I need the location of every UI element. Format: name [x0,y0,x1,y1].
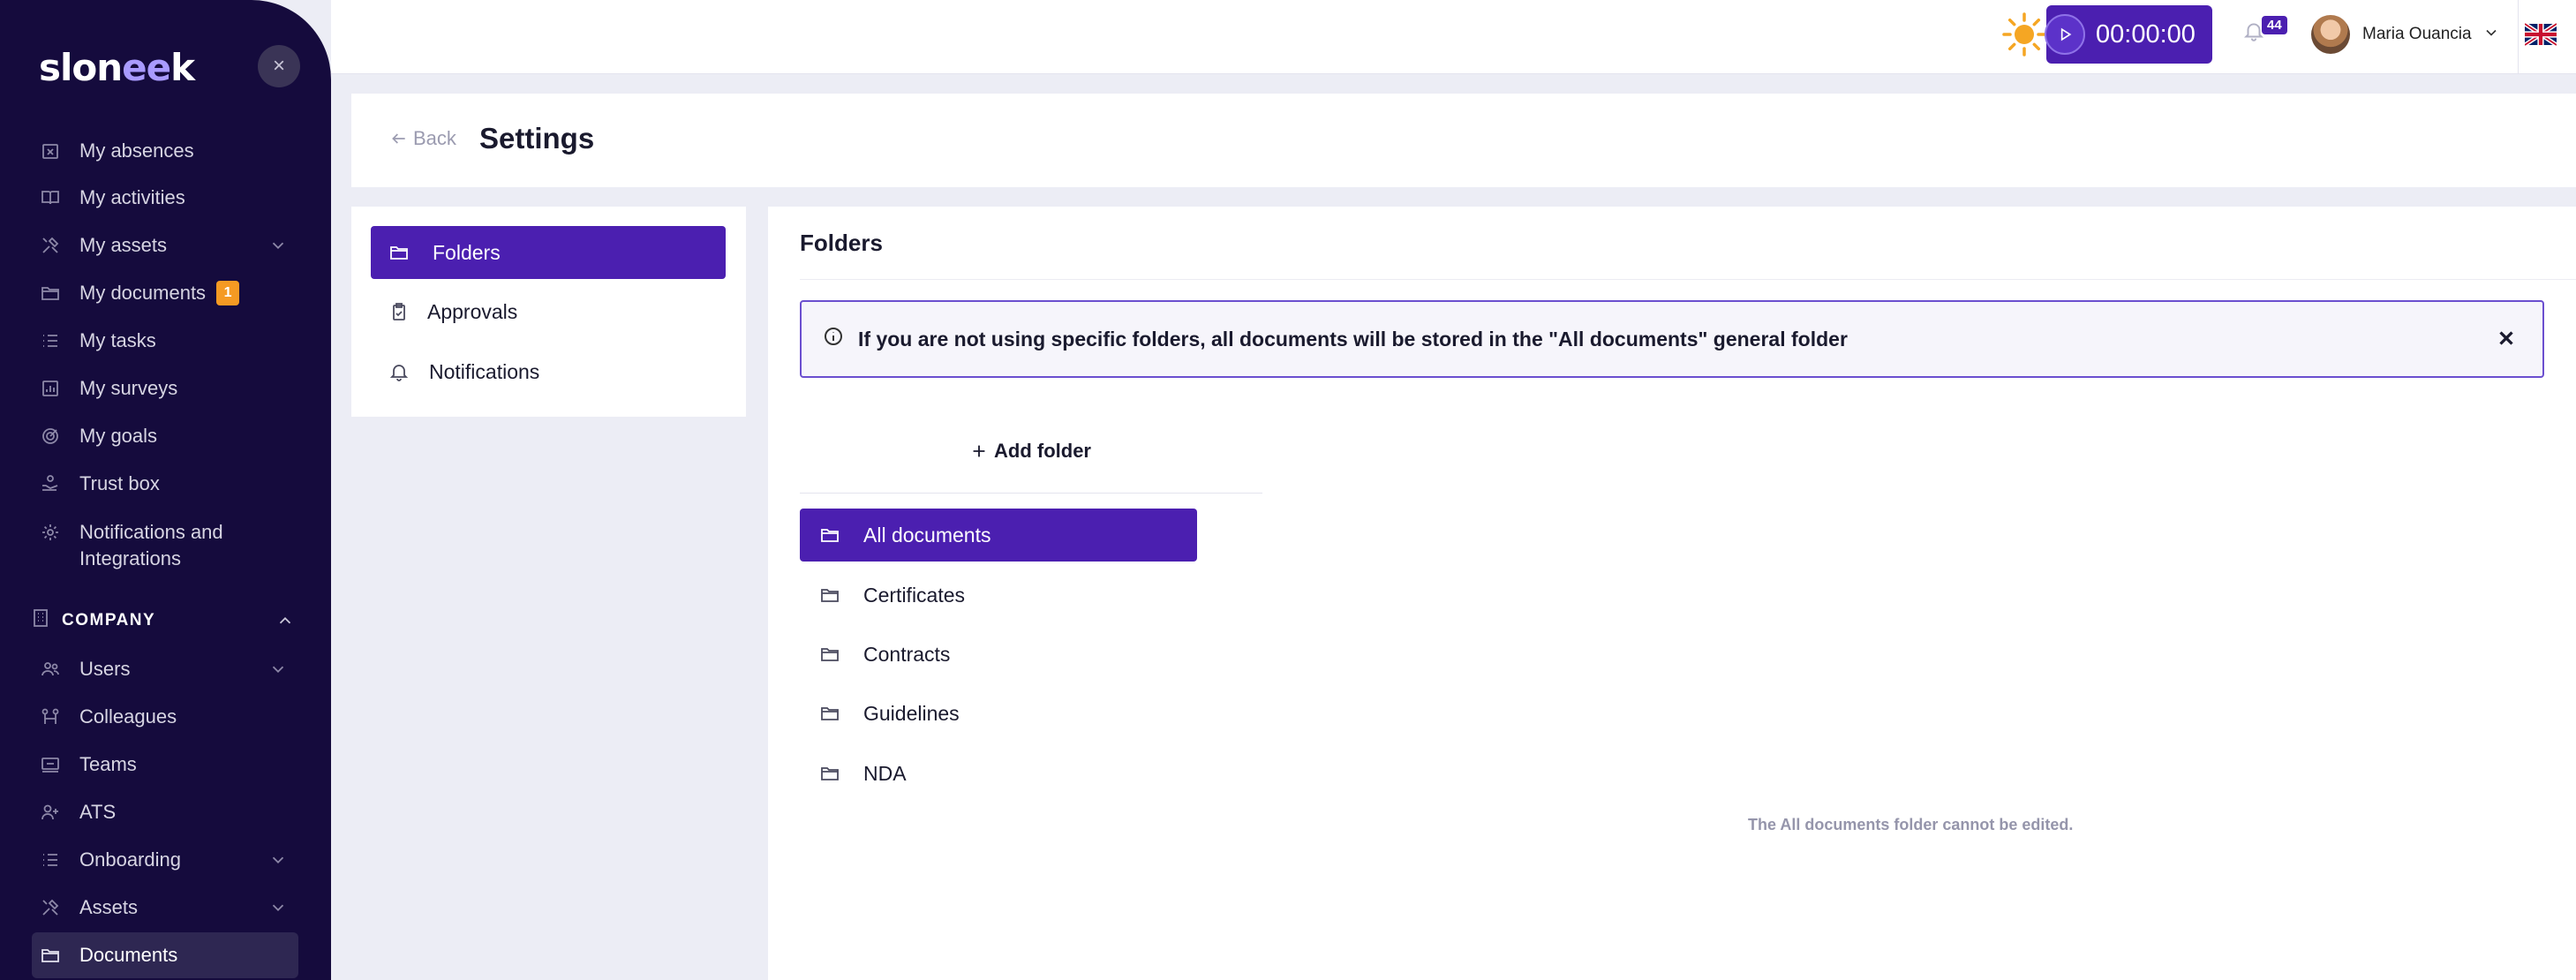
sidebar-item-my-absences[interactable]: My absences [32,131,298,171]
sidebar-item-assets[interactable]: Assets [32,887,298,928]
chart-icon [39,377,62,400]
topbar [331,0,2576,74]
folder-item-all-documents[interactable]: All documents [800,509,1197,562]
folders-panel: Folders If you are not using specific fo… [768,207,2576,980]
uk-flag-icon[interactable] [2523,22,2558,47]
settings-tab-folders[interactable]: Folders [371,226,726,279]
book-icon [39,186,62,209]
chevron-down-icon [268,236,288,255]
clipboard-icon [393,303,405,320]
close-icon: × [272,54,285,78]
folder-icon [390,246,408,260]
user-plus-icon [39,801,62,824]
plus-icon [973,445,985,457]
info-banner-text: If you are not using specific folders, a… [858,327,1848,351]
folder-icon [821,648,839,661]
sidebar-item-my-assets[interactable]: My assets [32,225,298,266]
arrow-left-icon [392,133,405,144]
sidebar-item-ats[interactable]: ATS [32,792,298,833]
page-header: Back Settings [351,94,2576,187]
documents-count-badge: 1 [216,281,240,305]
gear-icon [39,521,62,544]
folder-item-nda[interactable]: NDA [800,747,1197,800]
folder-hint-text: The All documents folder cannot be edite… [1748,816,2074,833]
page-title: Settings [479,122,595,155]
sidebar-section-company[interactable]: COMPANY [30,607,304,634]
folder-icon [39,282,62,305]
back-button[interactable]: Back [390,127,456,150]
divider [800,493,1262,494]
chevron-down-icon [268,898,288,917]
target-icon [39,425,62,448]
sidebar-item-my-tasks[interactable]: My tasks [32,320,298,361]
info-banner: If you are not using specific folders, a… [800,300,2544,378]
timer-value: 00:00:00 [2096,19,2196,49]
users-icon [39,658,62,681]
chevron-down-icon [268,660,288,679]
sidebar-item-my-documents[interactable]: My documents 1 [32,273,298,313]
calendar-x-icon [39,139,62,162]
close-icon[interactable] [2495,327,2520,351]
slonek-logo[interactable]: sloneek [39,46,195,89]
user-menu[interactable]: Maria Ouancia [2311,14,2500,55]
bell-icon [389,365,409,381]
avatar [2311,15,2350,54]
topbar-divider [2518,0,2519,74]
folder-icon [821,707,839,720]
tools-icon [39,896,62,919]
settings-tab-approvals[interactable]: Approvals [371,285,726,338]
sidebar-item-onboarding[interactable]: Onboarding [32,840,298,880]
sidebar-item-users[interactable]: Users [32,649,298,690]
settings-menu: Folders Approvals Notifications [351,207,746,417]
theme-toggle-sun-icon[interactable] [2000,11,2048,58]
sidebar-item-my-goals[interactable]: My goals [32,416,298,456]
sidebar-item-teams[interactable]: Teams [32,744,298,785]
folder-icon [39,944,62,967]
hand-icon [39,472,62,495]
folder-icon [821,589,839,602]
info-icon [823,326,858,352]
folder-item-guidelines[interactable]: Guidelines [800,687,1197,740]
building-icon [30,607,62,634]
time-tracker-button[interactable]: 00:00:00 [2045,5,2212,64]
sidebar-item-my-surveys[interactable]: My surveys [32,368,298,409]
play-icon[interactable] [2045,14,2085,55]
add-folder-button[interactable]: Add folder [969,440,1091,463]
chevron-down-icon [268,850,288,870]
list-icon [39,329,62,352]
user-name: Maria Ouancia [2362,25,2472,43]
sidebar-close-button[interactable]: × [258,45,300,87]
folder-item-contracts[interactable]: Contracts [800,628,1197,681]
chevron-up-icon [275,611,295,636]
sidebar: sloneek × My absences My activities My a… [0,0,331,980]
teams-icon [39,753,62,776]
colleagues-icon [39,705,62,728]
sidebar-item-colleagues[interactable]: Colleagues [32,697,298,737]
sidebar-item-trust-box[interactable]: Trust box [32,464,298,504]
folder-icon [821,767,839,780]
sidebar-item-my-activities[interactable]: My activities [32,177,298,218]
sidebar-item-documents[interactable]: Documents [32,932,298,978]
section-title: Folders [800,230,883,256]
notifications-count-badge: 44 [2262,16,2287,34]
tools-icon [39,234,62,257]
settings-tab-notifications[interactable]: Notifications [371,345,726,398]
folder-icon [821,529,839,542]
list-icon [39,848,62,871]
divider [800,279,2576,280]
chevron-down-icon [2472,24,2500,46]
sidebar-item-notifications-integrations[interactable]: Notifications and Integrations [32,514,298,570]
folder-item-certificates[interactable]: Certificates [800,569,1197,622]
